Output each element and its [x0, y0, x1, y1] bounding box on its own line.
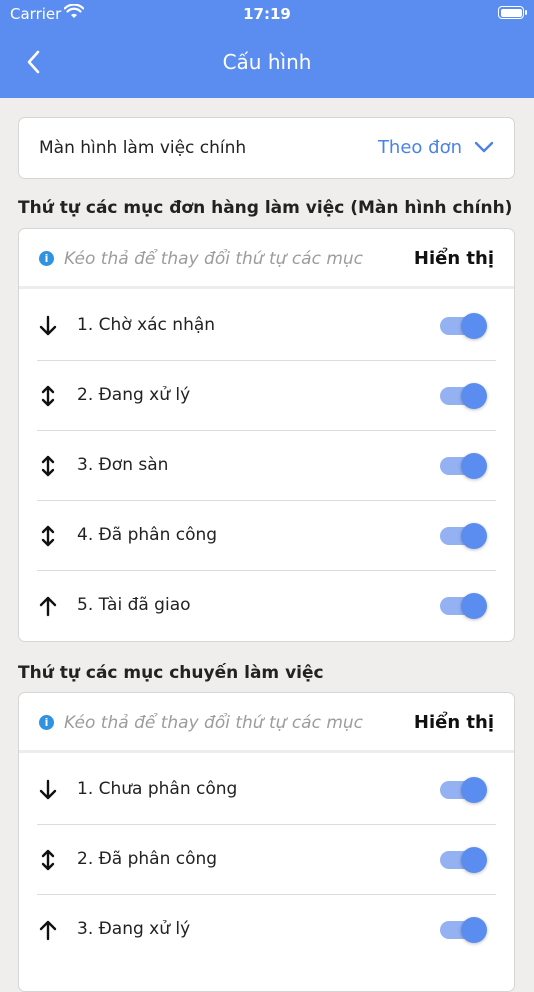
clock: 17:19	[243, 5, 291, 23]
list-item[interactable]: 3. Đang xử lý	[19, 895, 514, 965]
show-toggle[interactable]	[440, 593, 487, 619]
main-screen-label: Màn hình làm việc chính	[39, 138, 247, 158]
up-down-arrow-icon[interactable]	[38, 384, 58, 408]
section-title-trips: Thứ tự các mục chuyến làm việc	[18, 663, 324, 683]
list-item-label: 2. Đang xử lý	[77, 385, 191, 405]
list-item[interactable]: 1. Chờ xác nhận	[19, 291, 514, 361]
section-title-orders: Thứ tự các mục đơn hàng làm việc (Màn hì…	[18, 198, 513, 218]
list-item[interactable]: 3. Đơn sàn	[19, 431, 514, 501]
list-item[interactable]: 1. Chưa phân công	[19, 755, 514, 825]
up-down-arrow-icon[interactable]	[38, 454, 58, 478]
up-arrow-icon[interactable]	[38, 594, 58, 618]
show-column-label: Hiển thị	[413, 248, 494, 269]
list-item-label: 1. Chờ xác nhận	[77, 315, 216, 335]
list-item-label: 5. Tài đã giao	[77, 595, 191, 615]
list-item-label: 3. Đơn sàn	[77, 455, 169, 475]
info-icon: i	[39, 715, 54, 730]
order-sections-list: i Kéo thả để thay đổi thứ tự các mục Hiể…	[18, 228, 515, 642]
list-item[interactable]: 5. Tài đã giao	[19, 571, 514, 641]
show-toggle[interactable]	[440, 917, 487, 943]
down-arrow-icon[interactable]	[38, 314, 58, 338]
drag-hint: Kéo thả để thay đổi thứ tự các mục	[64, 249, 364, 269]
show-toggle[interactable]	[440, 453, 487, 479]
battery-icon	[498, 6, 527, 19]
show-toggle[interactable]	[440, 847, 487, 873]
main-screen-value[interactable]: Theo đơn	[378, 137, 462, 158]
list-item-label: 2. Đã phân công	[77, 849, 218, 869]
up-down-arrow-icon[interactable]	[38, 848, 58, 872]
app-header: Carrier 17:19 Cấu hình	[0, 0, 534, 98]
list-header: i Kéo thả để thay đổi thứ tự các mục Hiể…	[19, 229, 514, 289]
status-bar: Carrier 17:19	[0, 0, 534, 28]
list-item[interactable]: 2. Đang xử lý	[19, 361, 514, 431]
list-item-label: 3. Đang xử lý	[77, 919, 191, 939]
up-down-arrow-icon[interactable]	[38, 524, 58, 548]
info-icon: i	[39, 251, 54, 266]
main-screen-selector[interactable]: Màn hình làm việc chính Theo đơn	[18, 117, 515, 179]
list-item[interactable]: 4. Đã phân công	[19, 501, 514, 571]
chevron-down-icon	[474, 141, 494, 153]
show-toggle[interactable]	[440, 383, 487, 409]
down-arrow-icon[interactable]	[38, 778, 58, 802]
show-toggle[interactable]	[440, 313, 487, 339]
show-column-label: Hiển thị	[413, 712, 494, 733]
list-item[interactable]: 2. Đã phân công	[19, 825, 514, 895]
drag-hint: Kéo thả để thay đổi thứ tự các mục	[64, 713, 364, 733]
up-arrow-icon[interactable]	[38, 918, 58, 942]
list-item-label: 4. Đã phân công	[77, 525, 218, 545]
show-toggle[interactable]	[440, 777, 487, 803]
list-header: i Kéo thả để thay đổi thứ tự các mục Hiể…	[19, 693, 514, 753]
trip-sections-list: i Kéo thả để thay đổi thứ tự các mục Hiể…	[18, 692, 515, 992]
show-toggle[interactable]	[440, 523, 487, 549]
page-title: Cấu hình	[222, 50, 312, 74]
list-item-label: 1. Chưa phân công	[77, 779, 238, 799]
